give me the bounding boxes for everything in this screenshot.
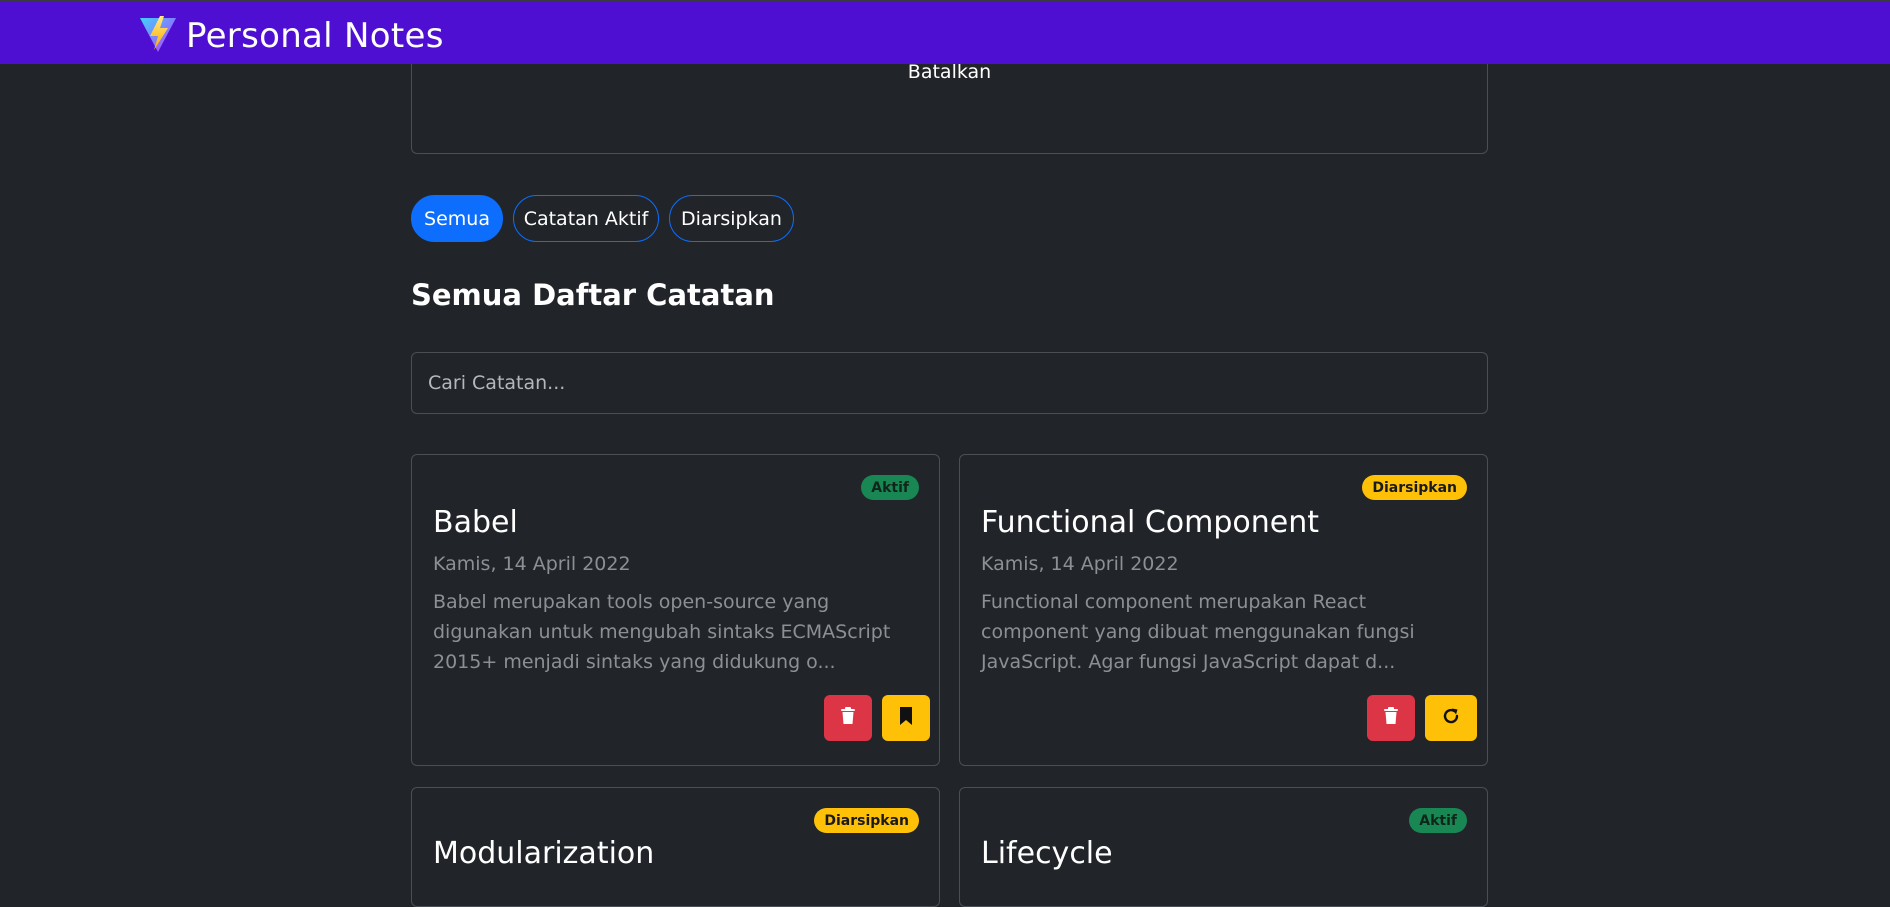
restore-icon <box>1441 706 1461 730</box>
note-card: Diarsipkan Functional Component Kamis, 1… <box>959 454 1488 766</box>
archive-button[interactable] <box>882 695 930 741</box>
delete-button[interactable] <box>824 695 872 741</box>
trash-icon <box>838 706 858 730</box>
note-date: Kamis, 14 April 2022 <box>433 553 631 575</box>
note-title: Modularization <box>433 836 655 871</box>
status-badge: Diarsipkan <box>814 808 919 833</box>
status-badge: Aktif <box>1409 808 1467 833</box>
status-badge: Aktif <box>861 475 919 500</box>
vite-logo-icon <box>138 14 178 58</box>
filter-all-button[interactable]: Semua <box>411 195 503 242</box>
note-card: Aktif Lifecycle <box>959 787 1488 907</box>
cancel-button[interactable]: Batalkan <box>412 61 1487 83</box>
filter-active-button[interactable]: Catatan Aktif <box>513 195 659 242</box>
status-badge: Diarsipkan <box>1362 475 1467 500</box>
brand[interactable]: Personal Notes <box>138 14 444 58</box>
app-title: Personal Notes <box>186 16 444 56</box>
section-title: Semua Daftar Catatan <box>411 278 775 312</box>
note-title: Babel <box>433 505 518 540</box>
note-card: Diarsipkan Modularization <box>411 787 940 907</box>
note-body: Babel merupakan tools open-source yang d… <box>433 591 891 673</box>
bookmark-icon <box>896 706 916 730</box>
unarchive-button[interactable] <box>1425 695 1477 741</box>
note-date: Kamis, 14 April 2022 <box>981 553 1179 575</box>
search-input[interactable] <box>411 352 1488 414</box>
delete-button[interactable] <box>1367 695 1415 741</box>
note-title: Lifecycle <box>981 836 1113 871</box>
trash-icon <box>1381 706 1401 730</box>
note-title: Functional Component <box>981 505 1320 540</box>
filter-archived-button[interactable]: Diarsipkan <box>669 195 794 242</box>
note-body: Functional component merupakan React com… <box>981 591 1415 673</box>
navbar: Personal Notes <box>0 0 1890 64</box>
note-card: Aktif Babel Kamis, 14 April 2022 Babel m… <box>411 454 940 766</box>
